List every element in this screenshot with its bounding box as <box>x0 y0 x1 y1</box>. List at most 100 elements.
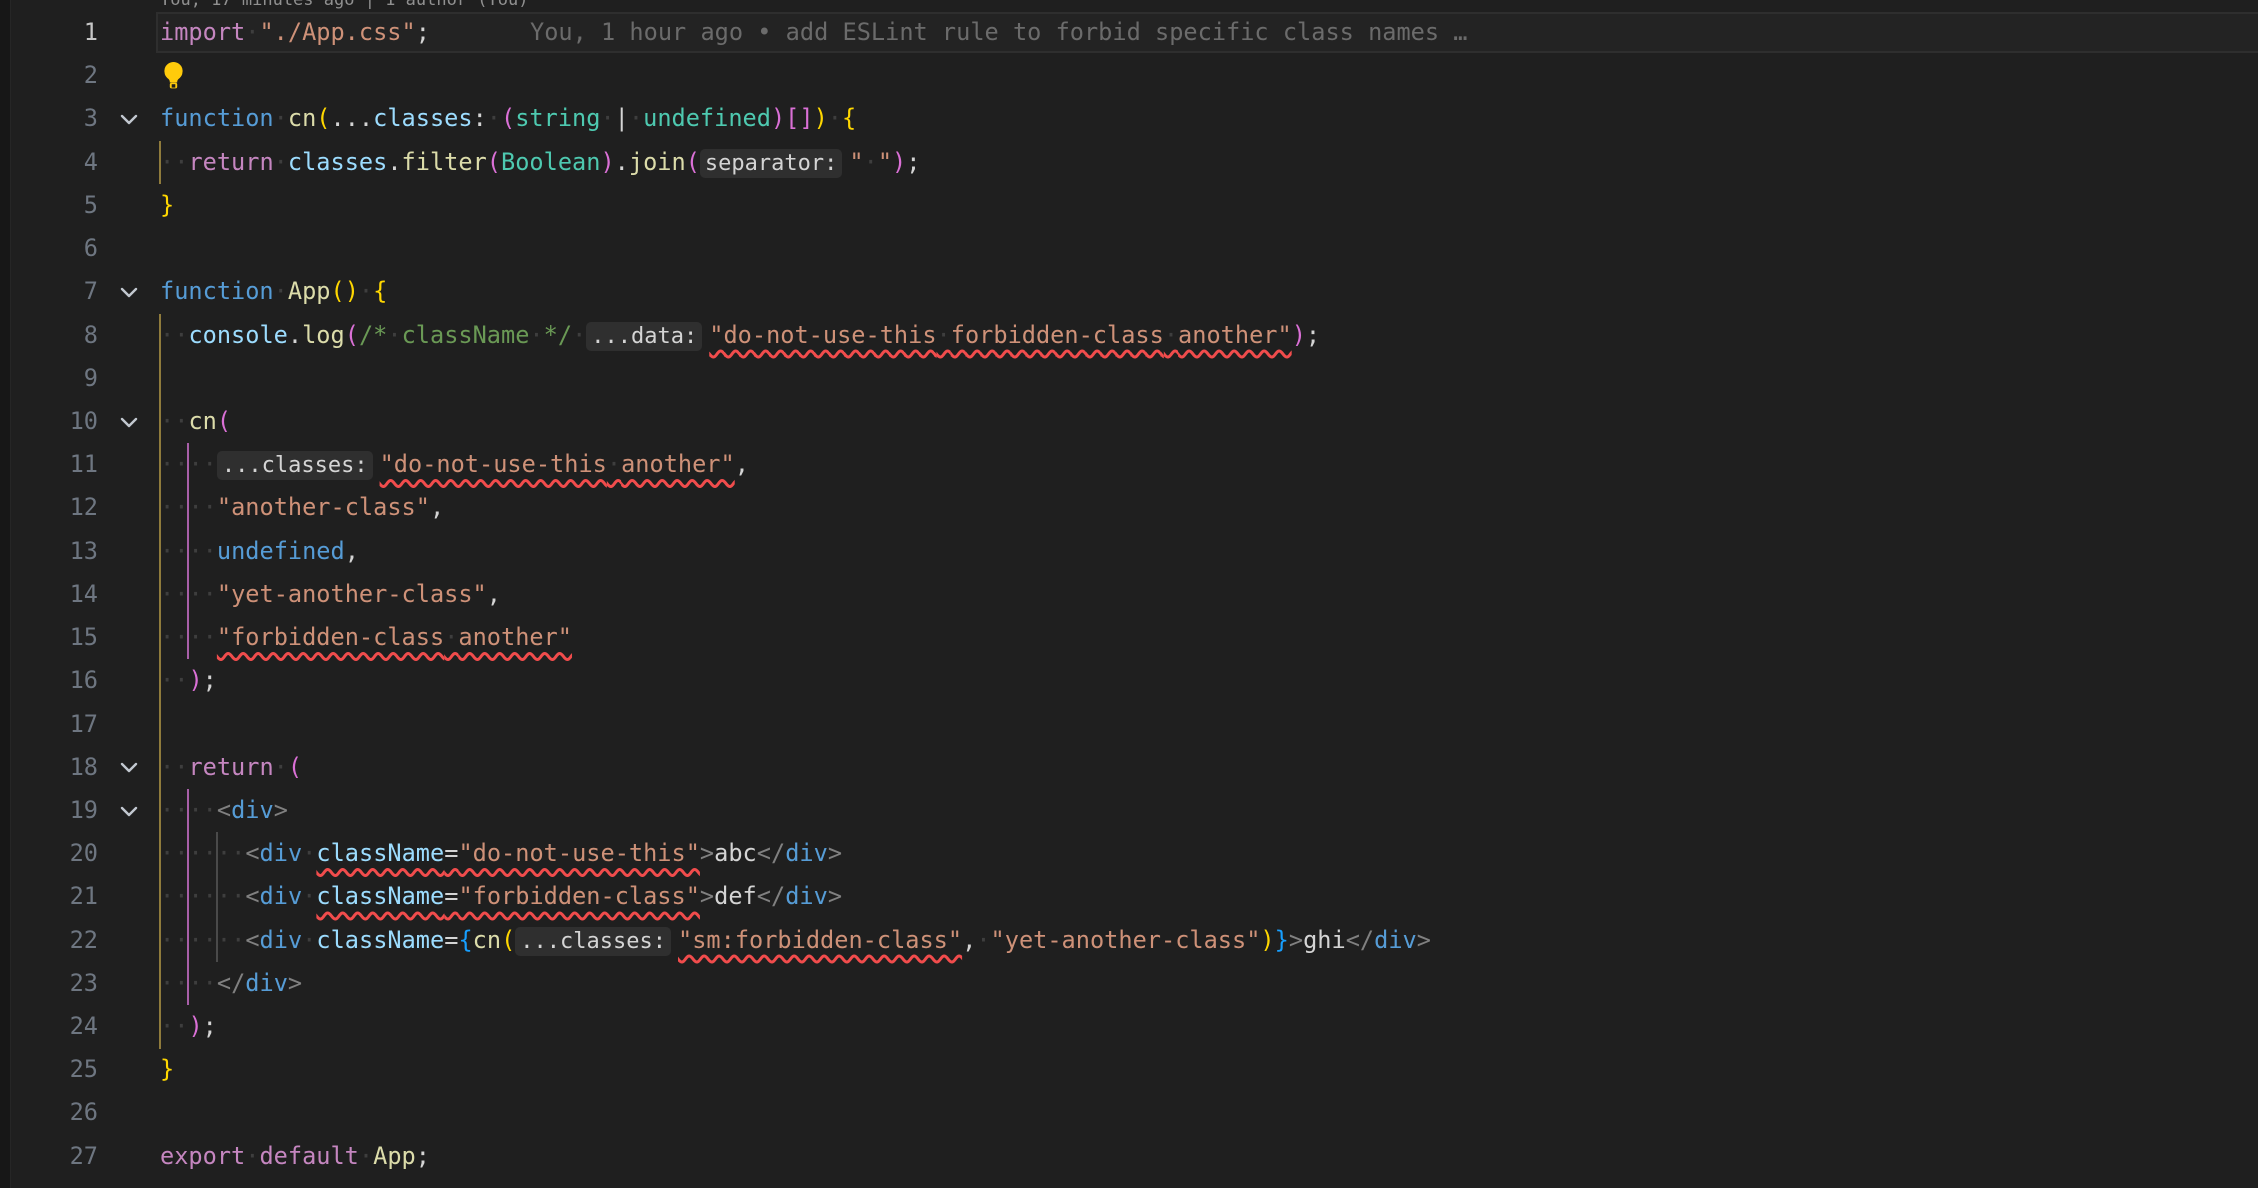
line-content[interactable]: ··); <box>160 1005 2258 1048</box>
code-line[interactable]: 20 ······<div·className="do-not-use-this"… <box>0 832 2258 875</box>
code-line[interactable]: 13 ····undefined, <box>0 530 2258 573</box>
line-content[interactable]: function·App()·{ <box>160 270 2258 313</box>
code-line[interactable]: 12 ····"another-class", <box>0 486 2258 529</box>
line-content[interactable] <box>160 703 2258 746</box>
line-content[interactable]: function·cn(...classes:·(string·|·undefi… <box>160 97 2258 140</box>
line-number[interactable]: 3 <box>0 97 98 140</box>
line-number[interactable]: 19 <box>0 789 98 832</box>
code-line[interactable]: 1 import·"./App.css";You, 1 hour ago • ad… <box>0 11 2258 54</box>
code-token: > <box>288 969 302 997</box>
line-number[interactable]: 13 <box>0 530 98 573</box>
code-line[interactable]: 9 <box>0 357 2258 400</box>
code-token: · <box>302 839 316 867</box>
line-content[interactable]: ····undefined, <box>160 530 2258 573</box>
code-token: import <box>160 18 245 46</box>
line-number[interactable]: 10 <box>0 400 98 443</box>
line-content[interactable]: ··cn( <box>160 400 2258 443</box>
line-content[interactable]: ····"yet-another-class", <box>160 573 2258 616</box>
line-number[interactable]: 2 <box>0 54 98 97</box>
line-content[interactable] <box>160 1091 2258 1134</box>
code-token: div <box>260 839 303 867</box>
line-number[interactable]: 27 <box>0 1135 98 1178</box>
line-content[interactable]: ··return·( <box>160 746 2258 789</box>
quick-fix-lightbulb-icon[interactable] <box>162 54 185 97</box>
line-content[interactable]: ··return·classes.filter(Boolean).join(se… <box>160 141 2258 184</box>
code-line[interactable]: 25} <box>0 1048 2258 1091</box>
line-number[interactable]: 12 <box>0 486 98 529</box>
line-content[interactable]: ······<div·className={cn(...classes:"sm:… <box>160 919 2258 962</box>
code-line[interactable]: 10 ··cn( <box>0 400 2258 443</box>
code-line[interactable]: 22 ······<div·className={cn(...classes:"s… <box>0 919 2258 962</box>
code-line[interactable]: 19 ····<div> <box>0 789 2258 832</box>
code-line[interactable]: 26 <box>0 1091 2258 1134</box>
line-content[interactable]: } <box>160 1048 2258 1091</box>
code-line[interactable]: 7 function·App()·{ <box>0 270 2258 313</box>
code-token: "./App.css" <box>259 18 415 46</box>
line-content[interactable]: export·default·App; <box>160 1135 2258 1178</box>
code-line[interactable]: 17 <box>0 703 2258 746</box>
code-token: ( <box>217 407 231 435</box>
line-content[interactable]: ····"another-class", <box>160 486 2258 529</box>
line-number[interactable]: 1 <box>0 11 98 54</box>
line-content[interactable] <box>160 227 2258 270</box>
whitespace-dot: · <box>231 882 245 910</box>
code-line[interactable]: 24 ··); <box>0 1005 2258 1048</box>
line-content[interactable]: import·"./App.css";You, 1 hour ago • add… <box>160 11 2258 54</box>
line-number[interactable]: 21 <box>0 875 98 918</box>
line-content[interactable] <box>160 357 2258 400</box>
line-number[interactable]: 17 <box>0 703 98 746</box>
line-number[interactable]: 8 <box>0 314 98 357</box>
line-content[interactable]: ····"forbidden-class·another" <box>160 616 2258 659</box>
code-line[interactable]: 21 ······<div·className="forbidden-class"… <box>0 875 2258 918</box>
code-line[interactable]: 4 ··return·classes.filter(Boolean).join(s… <box>0 141 2258 184</box>
line-content[interactable]: ····...classes:"do-not-use-this·another"… <box>160 443 2258 486</box>
line-number[interactable]: 25 <box>0 1048 98 1091</box>
line-number[interactable]: 22 <box>0 919 98 962</box>
code-line[interactable]: 15 ····"forbidden-class·another" <box>0 616 2258 659</box>
line-content[interactable]: ··console.log(/*·className·*/·...data:"d… <box>160 314 2258 357</box>
line-number[interactable]: 26 <box>0 1091 98 1134</box>
line-content[interactable]: ····<div> <box>160 789 2258 832</box>
fold-chevron-icon[interactable] <box>116 754 142 780</box>
line-number[interactable]: 7 <box>0 270 98 313</box>
fold-chevron-icon[interactable] <box>116 279 142 305</box>
code-token: ( <box>501 104 515 132</box>
code-line[interactable]: 27 export·default·App; <box>0 1135 2258 1178</box>
fold-gutter <box>98 703 160 746</box>
line-number[interactable]: 23 <box>0 962 98 1005</box>
whitespace-dot: · <box>1164 321 1178 349</box>
code-line[interactable]: 11 ····...classes:"do-not-use-this·anothe… <box>0 443 2258 486</box>
code-line[interactable]: 3 function·cn(...classes:·(string·|·undef… <box>0 97 2258 140</box>
code-line[interactable]: 18 ··return·( <box>0 746 2258 789</box>
line-number[interactable]: 14 <box>0 573 98 616</box>
codelens-blame-summary[interactable]: You, 17 minutes ago | 1 author (You) <box>160 0 528 10</box>
line-number[interactable]: 15 <box>0 616 98 659</box>
line-content[interactable] <box>160 54 2258 97</box>
line-number[interactable]: 20 <box>0 832 98 875</box>
line-number[interactable]: 6 <box>0 227 98 270</box>
fold-chevron-icon[interactable] <box>116 106 142 132</box>
line-content[interactable]: ······<div·className="do-not-use-this">a… <box>160 832 2258 875</box>
code-line[interactable]: 23 ····</div> <box>0 962 2258 1005</box>
line-number[interactable]: 16 <box>0 659 98 702</box>
line-number[interactable]: 24 <box>0 1005 98 1048</box>
code-line[interactable]: 6 <box>0 227 2258 270</box>
line-number[interactable]: 5 <box>0 184 98 227</box>
line-content[interactable]: ··); <box>160 659 2258 702</box>
code-line[interactable]: 5} <box>0 184 2258 227</box>
whitespace-dot: · <box>217 882 231 910</box>
code-line[interactable]: 16 ··); <box>0 659 2258 702</box>
code-line[interactable]: 8 ··console.log(/*·className·*/·...data:"… <box>0 314 2258 357</box>
line-number[interactable]: 11 <box>0 443 98 486</box>
code-token: ... <box>331 104 374 132</box>
line-number[interactable]: 4 <box>0 141 98 184</box>
code-line[interactable]: 14 ····"yet-another-class", <box>0 573 2258 616</box>
line-number[interactable]: 9 <box>0 357 98 400</box>
line-content[interactable]: } <box>160 184 2258 227</box>
line-content[interactable]: ······<div·className="forbidden-class">d… <box>160 875 2258 918</box>
fold-chevron-icon[interactable] <box>116 409 142 435</box>
code-line[interactable]: 2 <box>0 54 2258 97</box>
fold-chevron-icon[interactable] <box>116 798 142 824</box>
line-number[interactable]: 18 <box>0 746 98 789</box>
line-content[interactable]: ····</div> <box>160 962 2258 1005</box>
